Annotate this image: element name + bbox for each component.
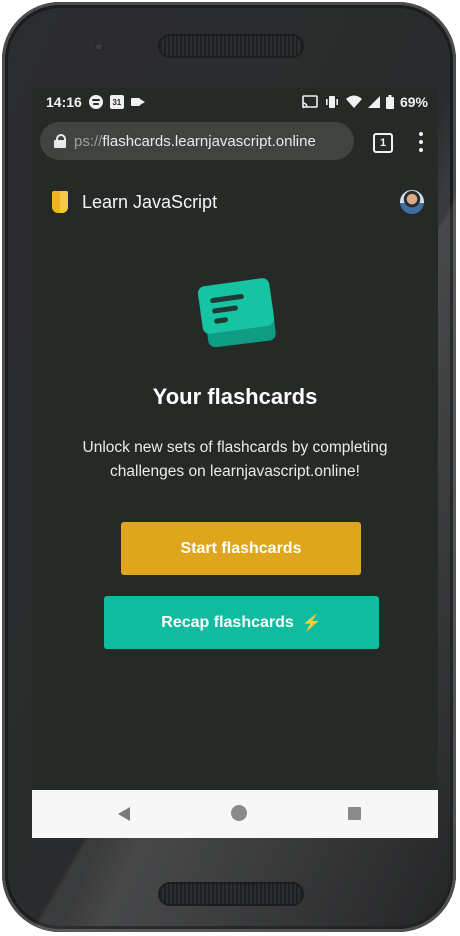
url-prefix: ps:// [74,132,103,150]
app-title[interactable]: Learn JavaScript [82,192,217,213]
page-title: Your flashcards [152,384,318,409]
start-button-label: Start flashcards [180,539,302,557]
back-icon[interactable] [118,807,130,821]
lightning-bolt-icon: ⚡ [301,614,322,632]
top-speaker [160,36,302,56]
app-header: Learn JavaScript [52,188,430,216]
avatar[interactable] [400,190,424,214]
lock-icon [54,134,66,148]
recap-button-label: Recap flashcards [161,613,294,631]
video-icon [130,97,145,107]
status-bar: 14:16 31 69% [32,88,438,118]
status-right: 69% [302,94,428,110]
wifi-icon [345,95,362,108]
battery-icon [385,95,394,109]
home-icon[interactable] [231,805,247,821]
recent-apps-icon[interactable] [348,807,361,820]
front-camera [94,42,104,52]
flashcards-icon [197,278,276,348]
screen: 14:16 31 69% ps://flashcards.learnjavasc… [32,88,438,838]
vibrate-icon [325,96,338,108]
recap-flashcards-button[interactable]: Recap flashcards ⚡ [104,596,379,649]
browser-menu-icon[interactable] [419,132,423,152]
description-text: Unlock new sets of flashcards by complet… [82,439,388,480]
tab-switcher-button[interactable]: 1 [373,133,393,153]
bottom-speaker [160,884,302,904]
signal-icon [367,96,380,108]
url-domain: flashcards.learnjavascript.online [102,132,316,150]
status-time: 14:16 [46,94,82,110]
spotify-icon [88,95,103,109]
url-text: ps://flashcards.learnjavascript.online [74,133,316,150]
calendar-icon: 31 [109,95,124,109]
url-bar[interactable]: ps://flashcards.learnjavascript.online [40,122,354,160]
js-shield-logo-icon[interactable] [52,191,68,213]
android-nav-bar [32,790,438,838]
battery-level: 69% [399,94,428,110]
cast-icon [302,95,318,109]
status-left: 14:16 31 [46,94,145,110]
start-flashcards-button[interactable]: Start flashcards [121,522,361,575]
